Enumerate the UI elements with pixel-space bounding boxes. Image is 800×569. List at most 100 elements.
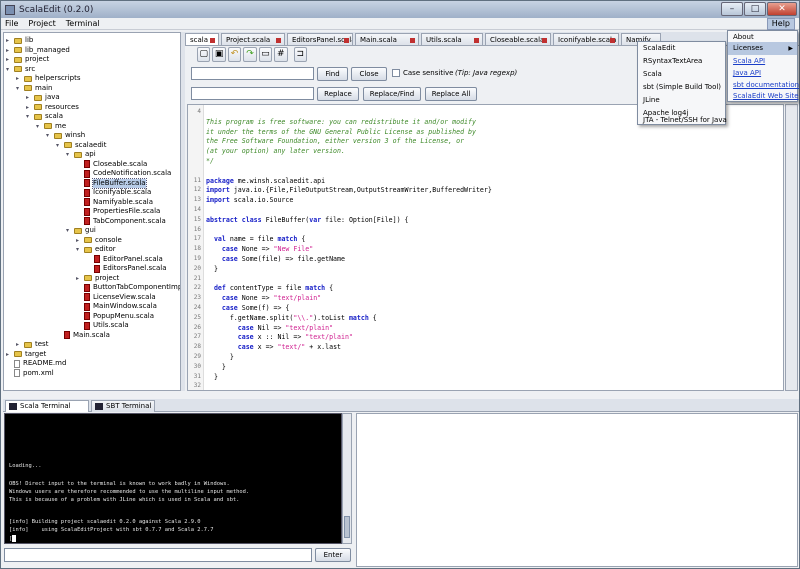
expand-toggle-icon[interactable]: ▾ <box>66 226 72 235</box>
license-item[interactable]: RSyntaxTextArea <box>638 55 725 68</box>
tree-item[interactable]: TabComponent.scala <box>76 217 166 226</box>
redo-icon[interactable]: ↷ <box>243 47 257 62</box>
tree-item[interactable]: ▾ editor <box>76 245 116 254</box>
editor-tab[interactable]: EditorsPanel.scala <box>287 33 353 45</box>
replace-button[interactable]: Replace <box>317 87 359 101</box>
tree-item[interactable]: FileBuffer.scala <box>76 177 147 189</box>
menu-item-licenses[interactable]: Licenses ▶ <box>728 42 797 55</box>
multiline-input-pane[interactable] <box>356 413 798 567</box>
expand-toggle-icon[interactable]: ▸ <box>16 74 22 83</box>
tree-item[interactable]: pom.xml <box>6 369 54 378</box>
bracket-icon[interactable]: ⊐ <box>293 47 307 62</box>
tree-item[interactable]: Namifyable.scala <box>76 198 153 207</box>
tree-item[interactable]: Utils.scala <box>76 321 129 330</box>
replace-find-button[interactable]: Replace/Find <box>363 87 421 101</box>
tree-item[interactable]: ButtonTabComponentImp <box>76 283 180 292</box>
tree-item[interactable]: ▾ main <box>16 84 53 93</box>
tree-item[interactable]: ▾ scalaedit <box>56 141 106 150</box>
editor-tab[interactable]: Project.scala <box>221 33 285 45</box>
expand-toggle-icon[interactable]: ▾ <box>46 131 52 140</box>
expand-toggle-icon[interactable]: ▸ <box>6 55 12 64</box>
tree-item[interactable]: ▸ project <box>76 274 119 283</box>
tree-item[interactable]: PopupMenu.scala <box>76 312 154 321</box>
minimize-button[interactable]: – <box>721 2 743 16</box>
close-find-button[interactable]: Close <box>351 67 387 81</box>
tab-sbt-terminal[interactable]: SBT Terminal <box>91 400 155 412</box>
tree-item[interactable]: ▾ gui <box>66 226 96 235</box>
tree-item[interactable]: LicenseView.scala <box>76 293 156 302</box>
replace-all-button[interactable]: Replace All <box>425 87 477 101</box>
license-item[interactable]: ScalaEdit <box>638 42 725 55</box>
tree-item[interactable]: EditorPanel.scala <box>86 255 163 264</box>
editor-scrollbar[interactable] <box>785 104 798 391</box>
tree-item[interactable]: Iconifyable.scala <box>76 188 151 197</box>
expand-toggle-icon[interactable]: ▾ <box>6 65 12 74</box>
comment-icon[interactable]: ▭ <box>258 47 273 62</box>
maximize-button[interactable]: □ <box>744 2 766 16</box>
editor-tab[interactable]: Closeable.scala <box>485 33 551 45</box>
close-tab-icon[interactable] <box>410 38 415 43</box>
close-window-button[interactable]: ✕ <box>767 2 797 16</box>
undo-icon[interactable]: ↶ <box>227 47 242 62</box>
expand-toggle-icon[interactable]: ▸ <box>6 46 12 55</box>
editor-tab[interactable]: Main.scala <box>355 33 419 45</box>
find-button[interactable]: Find <box>317 67 348 81</box>
splitter[interactable] <box>181 32 185 391</box>
tree-item[interactable]: ▸ lib <box>6 36 33 45</box>
expand-toggle-icon[interactable]: ▸ <box>26 93 32 102</box>
code-editor[interactable]: 4 This program is free software: you can … <box>187 104 784 391</box>
expand-toggle-icon[interactable]: ▾ <box>26 112 32 121</box>
tree-item[interactable]: ▸ test <box>16 340 48 349</box>
close-tab-icon[interactable] <box>542 38 547 43</box>
tree-item[interactable]: ▸ helperscripts <box>16 74 80 83</box>
tree-item[interactable]: EditorsPanel.scala <box>86 264 167 273</box>
tree-item[interactable]: ▾ me <box>36 122 66 131</box>
close-tab-icon[interactable] <box>276 38 281 43</box>
expand-toggle-icon[interactable]: ▸ <box>16 340 22 349</box>
expand-toggle-icon[interactable]: ▾ <box>56 141 62 150</box>
close-tab-icon[interactable] <box>610 38 615 43</box>
tab-scala-terminal[interactable]: Scala Terminal <box>5 400 89 412</box>
tree-item[interactable]: ▸ resources <box>26 103 79 112</box>
find-input[interactable] <box>191 67 314 80</box>
license-item[interactable]: JLine <box>638 94 725 107</box>
new-file-icon[interactable]: ▢ <box>197 47 211 62</box>
tree-item[interactable]: ▸ java <box>26 93 60 102</box>
close-tab-icon[interactable] <box>474 38 479 43</box>
tree-item[interactable]: MainWindow.scala <box>76 302 157 311</box>
expand-toggle-icon[interactable]: ▾ <box>36 122 42 131</box>
close-tab-icon[interactable] <box>344 38 349 43</box>
menu-item-web-site[interactable]: ScalaEdit Web Site <box>728 90 799 103</box>
terminal-scrollbar[interactable] <box>342 413 352 544</box>
expand-toggle-icon[interactable]: ▾ <box>66 150 72 159</box>
editor-tab[interactable]: Iconifyable.scala <box>553 33 619 45</box>
expand-toggle-icon[interactable]: ▸ <box>76 236 82 245</box>
menu-terminal[interactable]: Terminal <box>66 19 100 28</box>
menu-file[interactable]: File <box>5 19 18 28</box>
editor-tab[interactable]: scala <box>185 33 219 45</box>
close-tab-icon[interactable] <box>210 38 215 43</box>
expand-toggle-icon[interactable]: ▸ <box>26 103 32 112</box>
expand-toggle-icon[interactable]: ▸ <box>76 274 82 283</box>
editor-tab[interactable]: Utils.scala <box>421 33 483 45</box>
license-item[interactable]: JTA - Telnet/SSH for Java <box>638 114 727 126</box>
replace-input[interactable] <box>191 87 314 100</box>
tree-item[interactable]: ▾ api <box>66 150 96 159</box>
expand-toggle-icon[interactable]: ▾ <box>76 245 82 254</box>
tree-item[interactable]: ▸ lib_managed <box>6 46 70 55</box>
case-sensitive-checkbox[interactable] <box>392 69 400 77</box>
scroll-thumb[interactable] <box>344 516 350 538</box>
license-item[interactable]: Scala <box>638 68 725 81</box>
terminal-input[interactable] <box>4 548 312 562</box>
tree-item[interactable]: Closeable.scala <box>76 160 147 169</box>
save-icon[interactable]: ▣ <box>212 47 226 62</box>
tree-item[interactable]: ▾ winsh <box>46 131 85 140</box>
tree-item[interactable]: CodeNotification.scala <box>76 169 171 178</box>
expand-toggle-icon[interactable]: ▾ <box>16 84 22 93</box>
menu-help[interactable]: Help <box>766 18 795 30</box>
tree-item[interactable]: Main.scala <box>56 331 110 340</box>
tree-item[interactable]: ▾ src <box>6 65 35 74</box>
tree-item[interactable]: PropertiesFile.scala <box>76 207 160 216</box>
expand-toggle-icon[interactable]: ▸ <box>6 36 12 45</box>
tree-item[interactable]: ▾ scala <box>26 112 63 121</box>
